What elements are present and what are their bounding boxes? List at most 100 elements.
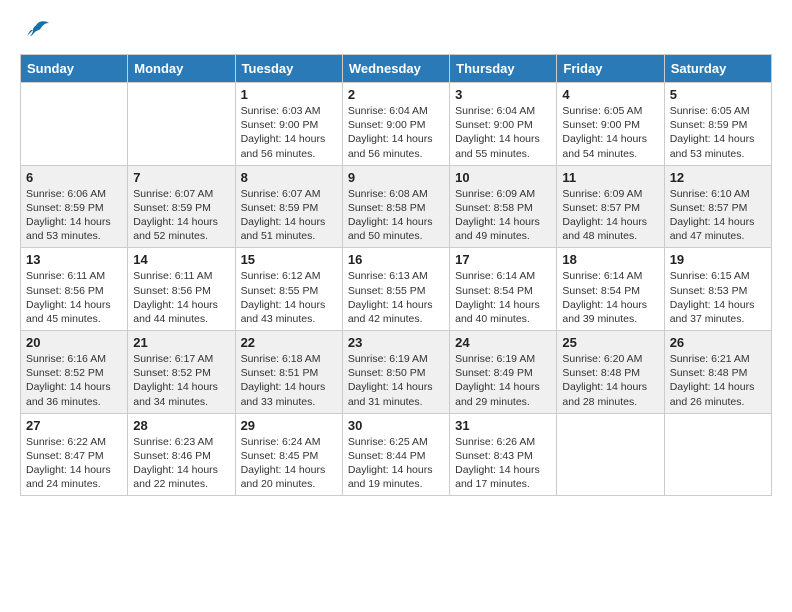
- day-info: Sunrise: 6:05 AM Sunset: 9:00 PM Dayligh…: [562, 104, 658, 161]
- logo: [20, 20, 51, 44]
- calendar-cell: 3 Sunrise: 6:04 AM Sunset: 9:00 PM Daylig…: [450, 83, 557, 166]
- day-number: 11: [562, 170, 658, 185]
- calendar-cell: 6 Sunrise: 6:06 AM Sunset: 8:59 PM Daylig…: [21, 165, 128, 248]
- calendar-cell: [21, 83, 128, 166]
- day-number: 27: [26, 418, 122, 433]
- day-info: Sunrise: 6:22 AM Sunset: 8:47 PM Dayligh…: [26, 435, 122, 492]
- calendar-cell: 9 Sunrise: 6:08 AM Sunset: 8:58 PM Daylig…: [342, 165, 449, 248]
- day-info: Sunrise: 6:21 AM Sunset: 8:48 PM Dayligh…: [670, 352, 766, 409]
- day-number: 14: [133, 252, 229, 267]
- calendar-cell: 13 Sunrise: 6:11 AM Sunset: 8:56 PM Dayli…: [21, 248, 128, 331]
- calendar-week-row: 13 Sunrise: 6:11 AM Sunset: 8:56 PM Dayli…: [21, 248, 772, 331]
- day-info: Sunrise: 6:19 AM Sunset: 8:49 PM Dayligh…: [455, 352, 551, 409]
- day-number: 12: [670, 170, 766, 185]
- day-number: 7: [133, 170, 229, 185]
- day-number: 19: [670, 252, 766, 267]
- calendar-cell: 29Sunrise: 6:24 AM Sunset: 8:45 PM Dayli…: [235, 413, 342, 496]
- day-info: Sunrise: 6:16 AM Sunset: 8:52 PM Dayligh…: [26, 352, 122, 409]
- calendar-header-row: SundayMondayTuesdayWednesdayThursdayFrid…: [21, 55, 772, 83]
- calendar-cell: 24 Sunrise: 6:19 AM Sunset: 8:49 PM Dayli…: [450, 331, 557, 414]
- day-number: 30: [348, 418, 444, 433]
- calendar-day-header: Thursday: [450, 55, 557, 83]
- logo-bird-icon: [23, 20, 51, 44]
- calendar-day-header: Friday: [557, 55, 664, 83]
- calendar-cell: 2 Sunrise: 6:04 AM Sunset: 9:00 PM Daylig…: [342, 83, 449, 166]
- calendar-cell: 17 Sunrise: 6:14 AM Sunset: 8:54 PM Dayli…: [450, 248, 557, 331]
- day-info: Sunrise: 6:18 AM Sunset: 8:51 PM Dayligh…: [241, 352, 337, 409]
- calendar-cell: 16 Sunrise: 6:13 AM Sunset: 8:55 PM Dayli…: [342, 248, 449, 331]
- calendar-cell: 30 Sunrise: 6:25 AM Sunset: 8:44 PM Dayli…: [342, 413, 449, 496]
- day-number: 16: [348, 252, 444, 267]
- day-info: Sunrise: 6:09 AM Sunset: 8:58 PM Dayligh…: [455, 187, 551, 244]
- day-info: Sunrise: 6:03 AM Sunset: 9:00 PM Dayligh…: [241, 104, 337, 161]
- day-number: 1: [241, 87, 337, 102]
- day-number: 21: [133, 335, 229, 350]
- calendar-cell: 20 Sunrise: 6:16 AM Sunset: 8:52 PM Dayli…: [21, 331, 128, 414]
- day-number: 20: [26, 335, 122, 350]
- day-info: Sunrise: 6:08 AM Sunset: 8:58 PM Dayligh…: [348, 187, 444, 244]
- day-number: 4: [562, 87, 658, 102]
- day-number: 6: [26, 170, 122, 185]
- day-number: 18: [562, 252, 658, 267]
- calendar-week-row: 6 Sunrise: 6:06 AM Sunset: 8:59 PM Daylig…: [21, 165, 772, 248]
- day-info: Sunrise: 6:06 AM Sunset: 8:59 PM Dayligh…: [26, 187, 122, 244]
- calendar-cell: [128, 83, 235, 166]
- calendar-week-row: 20 Sunrise: 6:16 AM Sunset: 8:52 PM Dayli…: [21, 331, 772, 414]
- day-info: Sunrise: 6:07 AM Sunset: 8:59 PM Dayligh…: [241, 187, 337, 244]
- day-info: Sunrise: 6:23 AM Sunset: 8:46 PM Dayligh…: [133, 435, 229, 492]
- day-number: 9: [348, 170, 444, 185]
- day-number: 3: [455, 87, 551, 102]
- calendar-cell: 5Sunrise: 6:05 AM Sunset: 8:59 PM Daylig…: [664, 83, 771, 166]
- calendar-cell: 21 Sunrise: 6:17 AM Sunset: 8:52 PM Dayli…: [128, 331, 235, 414]
- calendar-day-header: Saturday: [664, 55, 771, 83]
- day-info: Sunrise: 6:10 AM Sunset: 8:57 PM Dayligh…: [670, 187, 766, 244]
- day-number: 17: [455, 252, 551, 267]
- calendar-cell: 26 Sunrise: 6:21 AM Sunset: 8:48 PM Dayli…: [664, 331, 771, 414]
- day-number: 23: [348, 335, 444, 350]
- calendar-cell: [557, 413, 664, 496]
- day-number: 25: [562, 335, 658, 350]
- day-number: 10: [455, 170, 551, 185]
- calendar-cell: 18Sunrise: 6:14 AM Sunset: 8:54 PM Dayli…: [557, 248, 664, 331]
- day-info: Sunrise: 6:17 AM Sunset: 8:52 PM Dayligh…: [133, 352, 229, 409]
- day-info: Sunrise: 6:11 AM Sunset: 8:56 PM Dayligh…: [133, 269, 229, 326]
- day-info: Sunrise: 6:04 AM Sunset: 9:00 PM Dayligh…: [455, 104, 551, 161]
- calendar-cell: 14 Sunrise: 6:11 AM Sunset: 8:56 PM Dayli…: [128, 248, 235, 331]
- day-number: 13: [26, 252, 122, 267]
- calendar-cell: 12 Sunrise: 6:10 AM Sunset: 8:57 PM Dayli…: [664, 165, 771, 248]
- day-info: Sunrise: 6:14 AM Sunset: 8:54 PM Dayligh…: [455, 269, 551, 326]
- day-number: 24: [455, 335, 551, 350]
- day-number: 2: [348, 87, 444, 102]
- day-info: Sunrise: 6:04 AM Sunset: 9:00 PM Dayligh…: [348, 104, 444, 161]
- day-info: Sunrise: 6:12 AM Sunset: 8:55 PM Dayligh…: [241, 269, 337, 326]
- day-info: Sunrise: 6:09 AM Sunset: 8:57 PM Dayligh…: [562, 187, 658, 244]
- calendar-cell: 25Sunrise: 6:20 AM Sunset: 8:48 PM Dayli…: [557, 331, 664, 414]
- calendar-table: SundayMondayTuesdayWednesdayThursdayFrid…: [20, 54, 772, 496]
- day-info: Sunrise: 6:07 AM Sunset: 8:59 PM Dayligh…: [133, 187, 229, 244]
- calendar-day-header: Wednesday: [342, 55, 449, 83]
- day-info: Sunrise: 6:26 AM Sunset: 8:43 PM Dayligh…: [455, 435, 551, 492]
- day-number: 5: [670, 87, 766, 102]
- calendar-cell: 23 Sunrise: 6:19 AM Sunset: 8:50 PM Dayli…: [342, 331, 449, 414]
- day-number: 15: [241, 252, 337, 267]
- calendar-cell: 11 Sunrise: 6:09 AM Sunset: 8:57 PM Dayli…: [557, 165, 664, 248]
- calendar-cell: 4 Sunrise: 6:05 AM Sunset: 9:00 PM Daylig…: [557, 83, 664, 166]
- day-info: Sunrise: 6:19 AM Sunset: 8:50 PM Dayligh…: [348, 352, 444, 409]
- day-number: 8: [241, 170, 337, 185]
- calendar-cell: 8 Sunrise: 6:07 AM Sunset: 8:59 PM Daylig…: [235, 165, 342, 248]
- day-info: Sunrise: 6:15 AM Sunset: 8:53 PM Dayligh…: [670, 269, 766, 326]
- day-number: 28: [133, 418, 229, 433]
- day-number: 22: [241, 335, 337, 350]
- day-info: Sunrise: 6:25 AM Sunset: 8:44 PM Dayligh…: [348, 435, 444, 492]
- calendar-cell: 19 Sunrise: 6:15 AM Sunset: 8:53 PM Dayli…: [664, 248, 771, 331]
- calendar-cell: 22 Sunrise: 6:18 AM Sunset: 8:51 PM Dayli…: [235, 331, 342, 414]
- calendar-cell: 10 Sunrise: 6:09 AM Sunset: 8:58 PM Dayli…: [450, 165, 557, 248]
- calendar-day-header: Tuesday: [235, 55, 342, 83]
- day-number: 26: [670, 335, 766, 350]
- calendar-cell: 31 Sunrise: 6:26 AM Sunset: 8:43 PM Dayli…: [450, 413, 557, 496]
- calendar-cell: 7 Sunrise: 6:07 AM Sunset: 8:59 PM Daylig…: [128, 165, 235, 248]
- day-info: Sunrise: 6:11 AM Sunset: 8:56 PM Dayligh…: [26, 269, 122, 326]
- day-number: 31: [455, 418, 551, 433]
- day-info: Sunrise: 6:13 AM Sunset: 8:55 PM Dayligh…: [348, 269, 444, 326]
- calendar-week-row: 27 Sunrise: 6:22 AM Sunset: 8:47 PM Dayli…: [21, 413, 772, 496]
